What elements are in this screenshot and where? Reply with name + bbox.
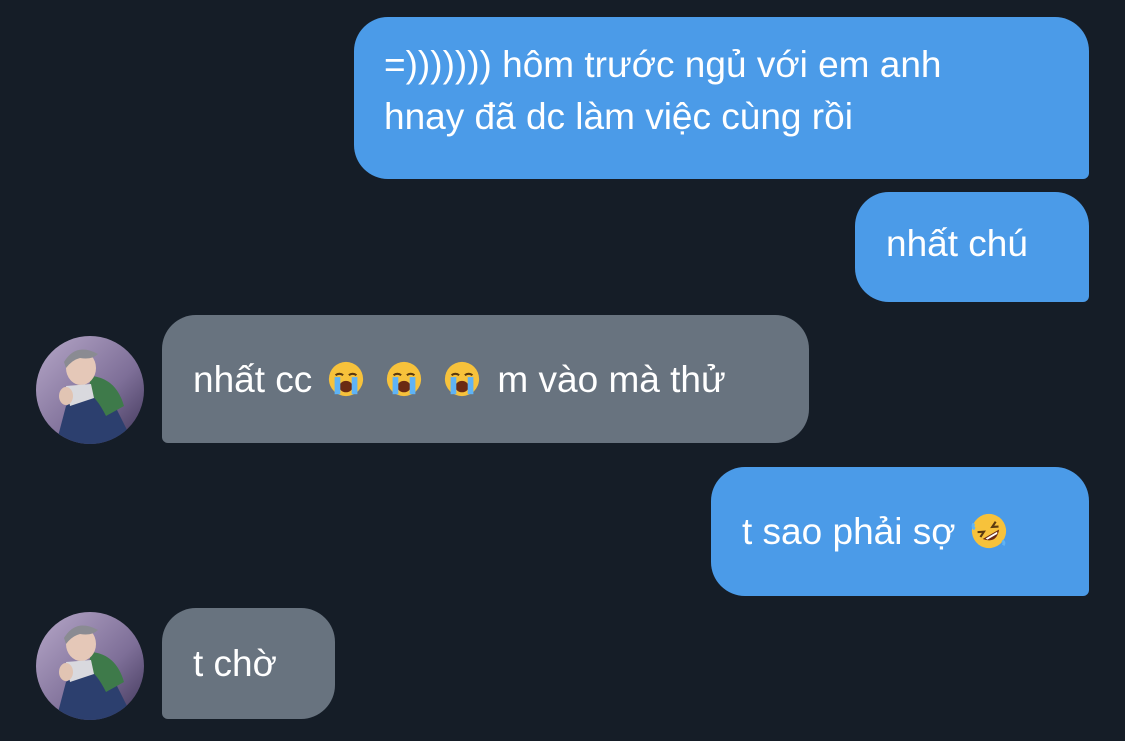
message-thread: =))))))) hôm trước ngủ với em anh hnay đ… (0, 0, 1125, 741)
message-text-line: hnay đã dc làm việc cùng rồi (384, 96, 853, 137)
message-text: nhất cc (193, 359, 313, 400)
contact-avatar[interactable] (36, 612, 144, 720)
message-text: t sao phải sợ (742, 511, 956, 552)
message-text-line: =))))))) hôm trước ngủ với em anh (384, 44, 942, 85)
loudly-crying-face-icon (386, 361, 421, 397)
message-bubble-outgoing[interactable]: nhất chú (855, 192, 1089, 302)
message-bubble-outgoing[interactable]: =))))))) hôm trước ngủ với em anh hnay đ… (354, 17, 1089, 179)
loudly-crying-face-icon (445, 361, 480, 397)
avatar-photo (36, 612, 144, 720)
avatar-photo (36, 336, 144, 444)
message-text: nhất chú (886, 223, 1028, 264)
message-bubble-incoming[interactable]: nhất cc m vào mà thử (162, 315, 809, 443)
message-text: m vào mà thử (497, 359, 726, 400)
message-bubble-incoming[interactable]: t chờ (162, 608, 335, 719)
message-text: t chờ (193, 643, 277, 684)
contact-avatar[interactable] (36, 336, 144, 444)
message-bubble-outgoing[interactable]: t sao phải sợ (711, 467, 1089, 596)
loudly-crying-face-icon (328, 361, 363, 397)
rolling-on-floor-laughing-icon (971, 513, 1006, 549)
